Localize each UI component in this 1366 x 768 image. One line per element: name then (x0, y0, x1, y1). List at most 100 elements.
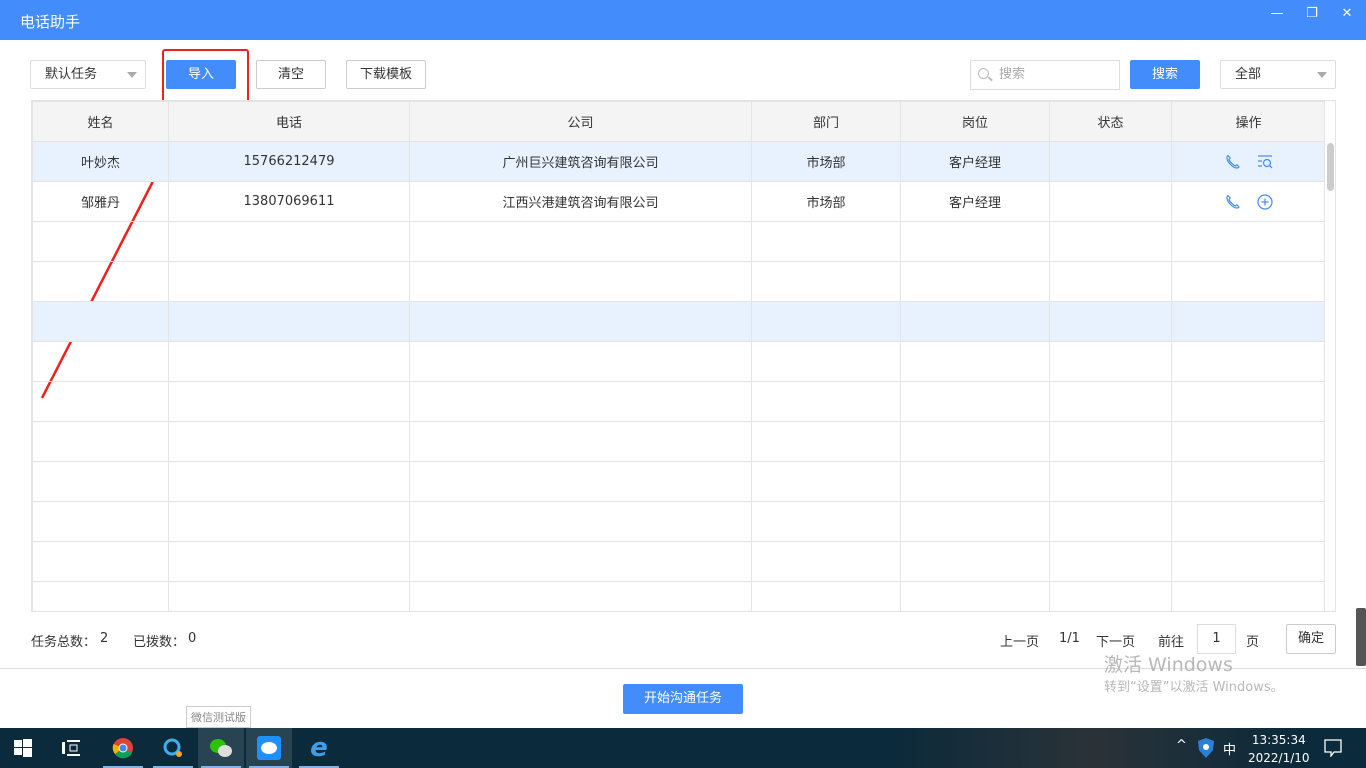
activation-watermark-title: 激活 Windows (1104, 654, 1233, 676)
empty-row (32, 341, 1326, 382)
tray-expand-icon[interactable]: ^ (1176, 738, 1187, 753)
task-view-icon (62, 740, 80, 756)
minimize-button[interactable]: — (1264, 6, 1290, 26)
empty-cell (168, 541, 410, 582)
list-search-icon[interactable] (1257, 154, 1273, 170)
empty-cell (1049, 221, 1172, 262)
empty-cell (32, 541, 169, 582)
empty-cell (1171, 381, 1326, 422)
empty-cell (1171, 221, 1326, 262)
empty-row (32, 261, 1326, 302)
empty-cell (900, 301, 1050, 342)
prev-page-link[interactable]: 上一页 (1000, 631, 1039, 650)
table-row[interactable]: 叶妙杰 15766212479 广州巨兴建筑咨询有限公司 市场部 客户经理 (32, 141, 1326, 182)
taskbar-tooltip: 微信测试版 (186, 706, 251, 728)
empty-cell (168, 381, 410, 422)
restore-button[interactable]: ❐ (1299, 6, 1325, 26)
search-placeholder: 搜索 (999, 67, 1026, 82)
empty-cell (900, 501, 1050, 542)
column-header-position[interactable]: 岗位 (900, 101, 1050, 142)
empty-row (32, 381, 1326, 422)
taskbar-chat-app[interactable] (246, 728, 292, 768)
empty-cell (1049, 341, 1172, 382)
search-button[interactable]: 搜索 (1130, 60, 1200, 89)
column-header-status[interactable]: 状态 (1049, 101, 1172, 142)
task-view-button[interactable] (48, 728, 94, 768)
start-button[interactable] (0, 728, 46, 768)
search-input[interactable]: 搜索 (970, 60, 1120, 90)
dialed-value: 0 (188, 631, 197, 646)
security-tray-icon[interactable] (1198, 738, 1214, 758)
empty-cell (168, 341, 410, 382)
empty-cell (32, 261, 169, 302)
taskbar-chrome[interactable] (100, 728, 146, 768)
column-header-actions[interactable]: 操作 (1171, 101, 1326, 142)
empty-cell (409, 421, 752, 462)
empty-cell (900, 421, 1050, 462)
cell-actions (1171, 181, 1326, 222)
empty-cell (1171, 581, 1326, 611)
phone-icon[interactable] (1225, 154, 1241, 170)
empty-row (32, 501, 1326, 542)
internet-explorer-icon: e (310, 733, 328, 763)
taskbar-app-search[interactable] (150, 728, 196, 768)
empty-cell (1049, 261, 1172, 302)
column-header-phone[interactable]: 电话 (168, 101, 410, 142)
empty-cell (1049, 541, 1172, 582)
start-task-button[interactable]: 开始沟通任务 (623, 684, 743, 714)
phone-icon[interactable] (1225, 194, 1241, 210)
empty-cell (1171, 341, 1326, 382)
table-row[interactable]: 邹雅丹 13807069611 江西兴港建筑咨询有限公司 市场部 客户经理 (32, 181, 1326, 222)
notification-icon[interactable] (1324, 739, 1342, 757)
column-header-name[interactable]: 姓名 (32, 101, 169, 142)
column-header-department[interactable]: 部门 (751, 101, 901, 142)
empty-cell (900, 581, 1050, 611)
empty-cell (900, 461, 1050, 502)
close-button[interactable]: ✕ (1334, 6, 1360, 26)
taskbar-ie[interactable]: e (296, 728, 342, 768)
add-circle-icon[interactable] (1256, 193, 1273, 210)
cell-position: 客户经理 (900, 141, 1050, 182)
clock-time: 13:35:34 (1251, 733, 1306, 747)
column-header-company[interactable]: 公司 (409, 101, 752, 142)
empty-cell (1171, 541, 1326, 582)
scrollbar-thumb[interactable] (1327, 143, 1334, 191)
empty-cell (751, 341, 901, 382)
empty-row (32, 581, 1326, 611)
empty-cell (751, 261, 901, 302)
empty-cell (409, 501, 752, 542)
cell-phone: 15766212479 (168, 141, 410, 182)
empty-cell (32, 581, 169, 611)
empty-cell (751, 301, 901, 342)
filter-select-value: 全部 (1235, 67, 1262, 82)
empty-cell (900, 541, 1050, 582)
filter-select[interactable]: 全部 (1220, 60, 1336, 89)
side-handle[interactable] (1356, 608, 1366, 666)
vertical-scrollbar[interactable] (1324, 101, 1335, 611)
empty-cell (168, 501, 410, 542)
table-header: 姓名 电话 公司 部门 岗位 状态 操作 (32, 101, 1326, 142)
activation-watermark-text: 转到“设置”以激活 Windows。 (1104, 680, 1284, 695)
cell-status (1049, 181, 1172, 222)
cell-company: 江西兴港建筑咨询有限公司 (409, 181, 752, 222)
empty-cell (168, 581, 410, 611)
taskbar-clock[interactable]: 13:35:34 2022/1/10 (1248, 731, 1310, 767)
ime-indicator[interactable]: 中 (1223, 739, 1236, 758)
empty-cell (1171, 421, 1326, 462)
chrome-icon (112, 738, 133, 759)
empty-cell (409, 221, 752, 262)
download-template-button[interactable]: 下载模板 (346, 60, 426, 89)
empty-cell (32, 421, 169, 462)
empty-row (32, 541, 1326, 582)
empty-cell (1171, 301, 1326, 342)
empty-cell (751, 221, 901, 262)
empty-row (32, 221, 1326, 262)
next-page-link[interactable]: 下一页 (1096, 631, 1135, 650)
taskbar-wechat[interactable] (198, 728, 244, 768)
confirm-page-button[interactable]: 确定 (1286, 624, 1336, 654)
cell-actions (1171, 141, 1326, 182)
page-info: 1/1 (1059, 631, 1080, 646)
empty-cell (751, 461, 901, 502)
empty-cell (168, 301, 410, 342)
windows-icon (14, 739, 32, 757)
